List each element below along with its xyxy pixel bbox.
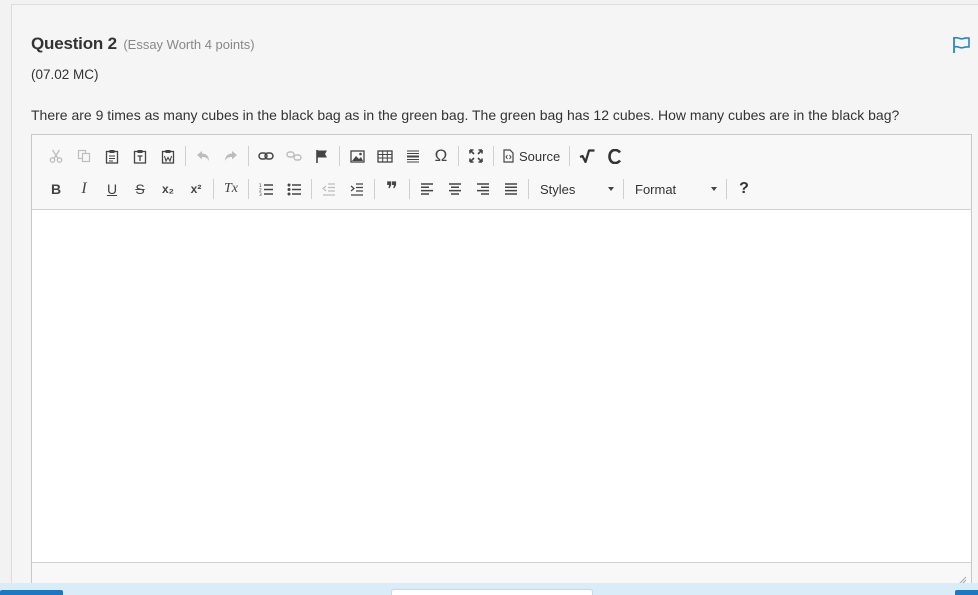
rich-text-editor[interactable]: Ω Source B I U S x₂ x² Tx 1 2 3 ❞ Styles… [31,134,972,586]
cut-icon[interactable] [42,143,70,169]
bold-label: B [50,181,62,197]
format-label: Format [635,181,677,197]
question-card: Question 2 (Essay Worth 4 points) (07.02… [11,4,978,595]
image-icon[interactable] [343,143,371,169]
outdent-icon[interactable] [315,176,343,202]
question-prompt: There are 9 times as many cubes in the b… [31,107,900,123]
special-char-icon[interactable]: Ω [427,143,455,169]
source-icon [503,149,514,163]
paste-text-icon[interactable] [126,143,154,169]
toolbar-separator [185,146,186,166]
blockquote-icon[interactable]: ❞ [378,176,406,202]
source-label: Source [519,148,561,164]
superscript-button[interactable]: x² [182,176,210,202]
flag-icon[interactable] [951,35,971,55]
editor-toolbar: Ω Source B I U S x₂ x² Tx 1 2 3 ❞ Styles… [32,135,971,210]
toolbar-separator [248,179,249,199]
bold-button[interactable]: B [42,176,70,202]
toolbar-separator [493,146,494,166]
unlink-icon[interactable] [280,143,308,169]
paste-word-icon[interactable] [154,143,182,169]
question-header: Question 2 (Essay Worth 4 points) [31,34,255,54]
toolbar-separator [528,179,529,199]
special-char-label: Ω [434,146,448,165]
align-left-icon[interactable] [413,176,441,202]
toolbar-row-1: Ω Source [42,143,629,169]
editor-content-area[interactable] [32,210,971,562]
strikethrough-label: S [135,181,145,197]
numbered-list-icon[interactable]: 123 [252,176,280,202]
toolbar-separator [726,179,727,199]
chemistry-icon[interactable] [601,143,629,169]
superscript-label: x² [190,182,202,196]
underline-label: U [106,181,118,197]
chevron-down-icon [711,187,717,191]
subscript-label: x₂ [161,182,174,196]
indent-icon[interactable] [343,176,371,202]
math-sqrt-icon[interactable] [573,143,601,169]
styles-dropdown[interactable]: Styles [532,176,620,202]
italic-button[interactable]: I [70,176,98,202]
toolbar-separator [339,146,340,166]
bulleted-list-icon[interactable] [280,176,308,202]
toolbar-separator [248,146,249,166]
toolbar-separator [569,146,571,166]
horizontal-rule-icon[interactable] [399,143,427,169]
help-icon[interactable]: ? [730,176,758,202]
bottom-navigation-bar [0,583,978,595]
source-button[interactable]: Source [497,143,566,169]
link-icon[interactable] [252,143,280,169]
italic-label: I [81,180,87,197]
strikethrough-button[interactable]: S [126,176,154,202]
maximize-icon[interactable] [462,143,490,169]
next-button[interactable] [955,590,978,595]
resize-grip-icon[interactable] [957,573,967,586]
toolbar-separator [458,146,459,166]
question-title: Question 2 [31,34,117,53]
remove-format-label: Tx [224,181,238,196]
toolbar-separator [623,179,624,199]
question-selector[interactable] [391,589,593,595]
format-dropdown[interactable]: Format [627,176,723,202]
blockquote-label: ❞ [386,178,398,201]
redo-icon[interactable] [217,143,245,169]
subscript-button[interactable]: x₂ [154,176,182,202]
svg-text:3: 3 [259,192,262,196]
remove-format-button[interactable]: Tx [217,176,245,202]
copy-icon[interactable] [70,143,98,169]
toolbar-row-2: B I U S x₂ x² Tx 1 2 3 ❞ Styles Format ? [42,176,758,202]
table-icon[interactable] [371,143,399,169]
help-label: ? [739,180,749,197]
toolbar-separator [409,179,410,199]
undo-icon[interactable] [189,143,217,169]
anchor-flag-icon[interactable] [308,143,336,169]
justify-icon[interactable] [497,176,525,202]
toolbar-separator [213,179,214,199]
underline-button[interactable]: U [98,176,126,202]
previous-button[interactable] [0,590,63,595]
align-right-icon[interactable] [469,176,497,202]
question-meta: (Essay Worth 4 points) [123,37,255,52]
toolbar-separator [374,179,375,199]
toolbar-separator [311,179,312,199]
question-code: (07.02 MC) [31,67,99,82]
paste-icon[interactable] [98,143,126,169]
align-center-icon[interactable] [441,176,469,202]
chevron-down-icon [608,187,614,191]
styles-label: Styles [540,181,576,197]
